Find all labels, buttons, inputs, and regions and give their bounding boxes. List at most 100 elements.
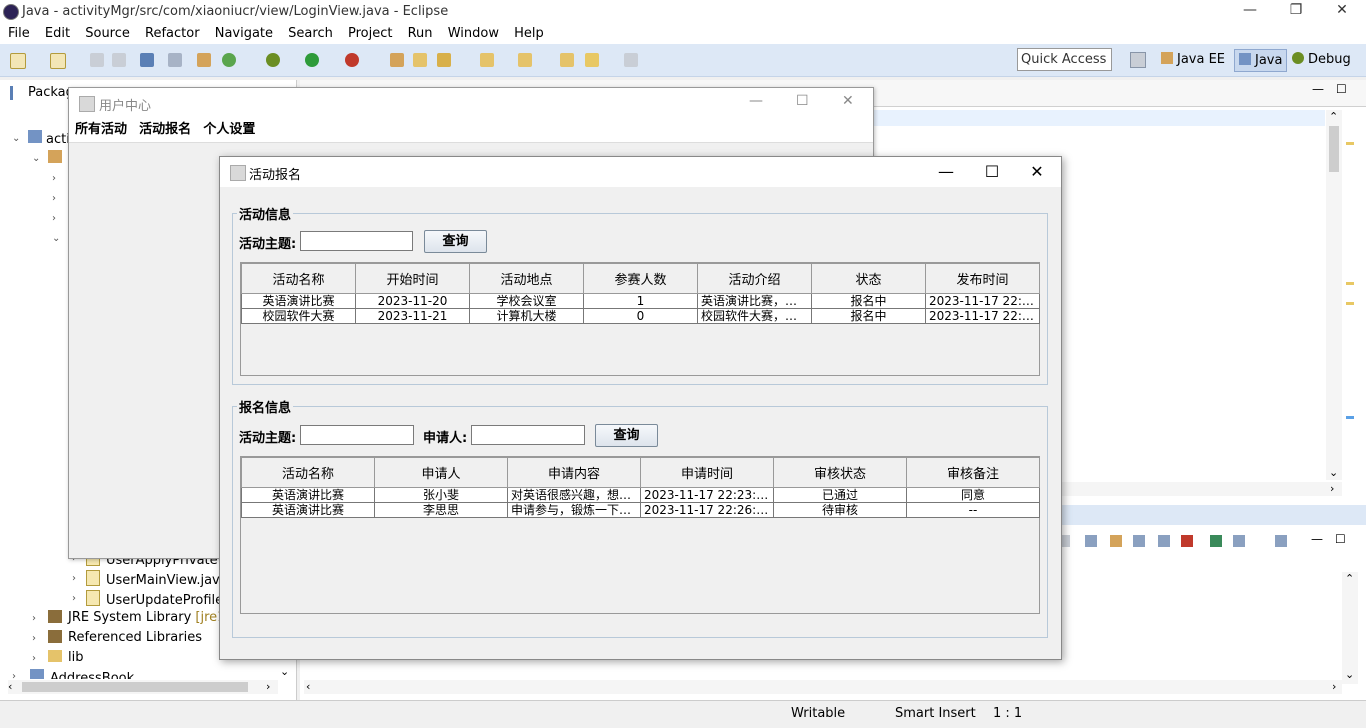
save-icon[interactable]: [90, 53, 104, 67]
new-project-icon[interactable]: [50, 53, 66, 69]
overview-marker[interactable]: [1346, 416, 1354, 419]
open-folder-icon[interactable]: [413, 53, 427, 67]
menu-activity-signup[interactable]: 活动报名: [139, 118, 191, 142]
console-h-scrollbar[interactable]: ‹ ›: [304, 680, 1342, 694]
col-applicant[interactable]: 申请人: [374, 457, 508, 488]
run-icon[interactable]: [305, 53, 319, 67]
menu-navigate[interactable]: Navigate: [215, 24, 273, 44]
package-explorer-tab[interactable]: Packag: [0, 80, 74, 106]
menu-all-activities[interactable]: 所有活动: [75, 118, 127, 142]
scroll-down-icon[interactable]: ⌄: [1329, 466, 1338, 479]
tree-file-user-main[interactable]: UserMainView.java: [86, 570, 228, 588]
menu-personal-settings[interactable]: 个人设置: [203, 118, 255, 142]
scroll-lock-icon[interactable]: [1110, 535, 1122, 547]
tree-expand-ref[interactable]: ›: [32, 633, 36, 644]
console-icon[interactable]: [140, 53, 154, 67]
pin-console-icon[interactable]: [1158, 535, 1170, 547]
col-location[interactable]: 活动地点: [469, 263, 584, 294]
uc-maximize-button[interactable]: ☐: [796, 93, 809, 109]
tree-file-user-update[interactable]: UserUpdateProfileV: [86, 590, 232, 608]
col-apply-time[interactable]: 申请时间: [640, 457, 774, 488]
menu-help[interactable]: Help: [514, 24, 544, 44]
tree-expand-pkg1[interactable]: ›: [52, 173, 56, 184]
new-icon[interactable]: [10, 53, 26, 69]
tree-src[interactable]: [48, 150, 62, 167]
word-wrap-icon[interactable]: [1133, 535, 1145, 547]
open-console-icon[interactable]: [1210, 535, 1222, 547]
menu-run[interactable]: Run: [408, 24, 433, 44]
scroll-thumb[interactable]: [22, 682, 248, 692]
tree-jre[interactable]: JRE System Library [jre1.8.: [48, 610, 242, 625]
col-publish-time[interactable]: 发布时间: [925, 263, 1040, 294]
menu-search[interactable]: Search: [288, 24, 333, 44]
col-status[interactable]: 状态: [811, 263, 926, 294]
console-v-scrollbar[interactable]: ⌃ ⌄: [1342, 572, 1358, 684]
minimize-button[interactable]: —: [1235, 2, 1265, 18]
clear-console-icon[interactable]: [1085, 535, 1097, 547]
overview-marker[interactable]: [1346, 142, 1354, 145]
table-row[interactable]: 英语演讲比赛 李思思 申请参与，锻炼一下口... 2023-11-17 22:2…: [241, 502, 1040, 518]
editor-maximize-icon[interactable]: ☐: [1336, 82, 1347, 96]
editor-v-scrollbar[interactable]: ⌃ ⌄: [1326, 110, 1342, 480]
col-review-note[interactable]: 审核备注: [906, 457, 1040, 488]
restore-button[interactable]: ❐: [1281, 2, 1311, 18]
col-participants[interactable]: 参赛人数: [583, 263, 698, 294]
uc-close-button[interactable]: ✕: [842, 93, 854, 109]
tree-expand-pkg3[interactable]: ›: [52, 213, 56, 224]
dialog-minimize-button[interactable]: —: [926, 162, 966, 181]
scroll-left-icon[interactable]: ‹: [306, 680, 310, 693]
perspective-java[interactable]: Java: [1234, 49, 1288, 72]
package-h-scrollbar[interactable]: ‹ ›: [8, 680, 278, 694]
forward-arrow-icon[interactable]: [624, 53, 638, 67]
annotation-prev-icon[interactable]: [518, 53, 532, 67]
run-external-icon[interactable]: [345, 53, 359, 67]
scroll-down-icon[interactable]: ⌄: [1345, 668, 1354, 681]
refresh-icon[interactable]: [222, 53, 236, 67]
applicant-input[interactable]: [471, 425, 585, 445]
view-menu-icon[interactable]: [1275, 535, 1287, 547]
tree-expand-src[interactable]: ⌄: [32, 153, 40, 164]
menu-file[interactable]: File: [8, 24, 30, 44]
table-row[interactable]: 英语演讲比赛 张小斐 对英语很感兴趣，想锻... 2023-11-17 22:2…: [241, 487, 1040, 503]
tree-lib[interactable]: lib: [48, 650, 83, 665]
tree-referenced-libraries[interactable]: Referenced Libraries: [48, 630, 202, 645]
back-arrow-icon[interactable]: [585, 53, 599, 67]
editor-minimize-icon[interactable]: —: [1312, 82, 1324, 96]
tree-project[interactable]: acti: [28, 130, 70, 147]
col-start-time[interactable]: 开始时间: [355, 263, 470, 294]
display-console-icon[interactable]: [1181, 535, 1193, 547]
scroll-right-icon[interactable]: ›: [1330, 482, 1334, 495]
tree-address-book[interactable]: AddressBook: [30, 669, 134, 679]
dialog-close-button[interactable]: ✕: [1017, 162, 1057, 181]
tree-expand-project[interactable]: ⌄: [12, 133, 20, 144]
menu-edit[interactable]: Edit: [45, 24, 70, 44]
scroll-up-icon[interactable]: ⌃: [1329, 110, 1338, 123]
col-intro[interactable]: 活动介绍: [697, 263, 812, 294]
scroll-right-icon[interactable]: ›: [1332, 680, 1336, 693]
scroll-up-icon[interactable]: ⌃: [1345, 572, 1354, 585]
open-perspective-icon[interactable]: [1130, 52, 1146, 68]
tree-expand-jre[interactable]: ›: [32, 613, 36, 624]
menu-project[interactable]: Project: [348, 24, 392, 44]
annotation-next-icon[interactable]: [480, 53, 494, 67]
tree-expand-pkg4[interactable]: ⌄: [52, 233, 60, 244]
quick-access-input[interactable]: Quick Access: [1017, 48, 1112, 71]
overview-marker[interactable]: [1346, 302, 1354, 305]
table-row[interactable]: 英语演讲比赛 2023-11-20 学校会议室 1 英语演讲比赛，奖... 报名…: [241, 293, 1040, 309]
new-console-icon[interactable]: [1233, 535, 1245, 547]
close-button[interactable]: ✕: [1327, 2, 1357, 18]
package-icon[interactable]: [197, 53, 211, 67]
scroll-right-icon[interactable]: ›: [266, 680, 270, 693]
skip-breakpoints-icon[interactable]: [168, 53, 182, 67]
tree-expand-pkg2[interactable]: ›: [52, 193, 56, 204]
scroll-left-icon[interactable]: ‹: [8, 680, 12, 693]
col-activity-name[interactable]: 活动名称: [241, 457, 375, 488]
save-all-icon[interactable]: [112, 53, 126, 67]
panel-minimize-icon[interactable]: —: [1311, 532, 1323, 546]
scroll-thumb[interactable]: [1329, 126, 1339, 172]
uc-minimize-button[interactable]: —: [749, 93, 763, 109]
scroll-down-icon[interactable]: ⌄: [280, 665, 289, 678]
search-tool-icon[interactable]: [437, 53, 451, 67]
col-review-status[interactable]: 审核状态: [773, 457, 907, 488]
tree-expand-file3[interactable]: ›: [72, 593, 76, 604]
